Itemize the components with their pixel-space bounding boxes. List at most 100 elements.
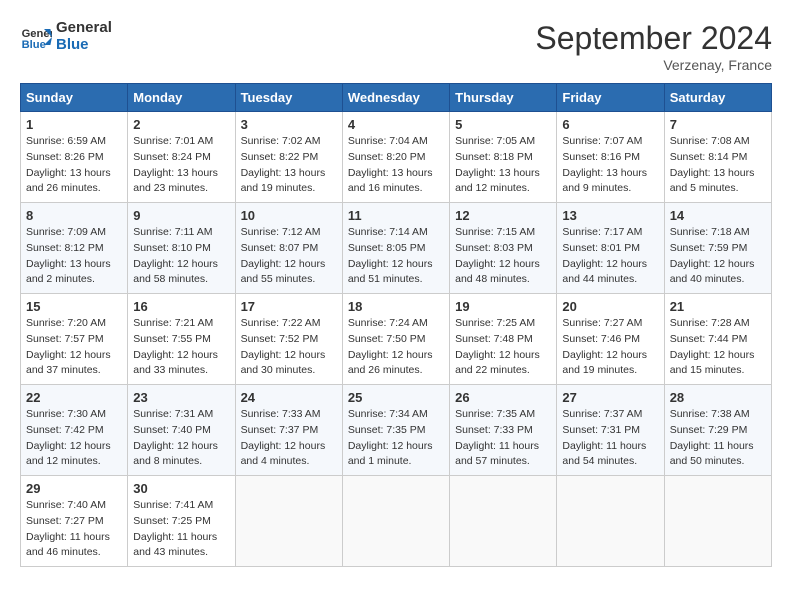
day-number: 1 (26, 117, 122, 132)
day-info: Sunrise: 7:40 AMSunset: 7:27 PMDaylight:… (26, 498, 122, 561)
calendar-cell: 10 Sunrise: 7:12 AMSunset: 8:07 PMDayligh… (235, 203, 342, 294)
calendar-cell (235, 476, 342, 567)
calendar-cell: 4 Sunrise: 7:04 AMSunset: 8:20 PMDaylight… (342, 112, 449, 203)
day-number: 22 (26, 390, 122, 405)
week-row-4: 22 Sunrise: 7:30 AMSunset: 7:42 PMDayligh… (21, 385, 772, 476)
calendar-cell: 2 Sunrise: 7:01 AMSunset: 8:24 PMDaylight… (128, 112, 235, 203)
day-number: 30 (133, 481, 229, 496)
day-info: Sunrise: 7:15 AMSunset: 8:03 PMDaylight:… (455, 225, 551, 288)
calendar-cell: 20 Sunrise: 7:27 AMSunset: 7:46 PMDayligh… (557, 294, 664, 385)
day-info: Sunrise: 7:11 AMSunset: 8:10 PMDaylight:… (133, 225, 229, 288)
day-info: Sunrise: 7:05 AMSunset: 8:18 PMDaylight:… (455, 134, 551, 197)
calendar-cell: 26Sunrise: 7:35 AMSunset: 7:33 PMDayligh… (450, 385, 557, 476)
day-info: Sunrise: 7:34 AMSunset: 7:35 PMDaylight:… (348, 407, 444, 470)
day-info: Sunrise: 7:04 AMSunset: 8:20 PMDaylight:… (348, 134, 444, 197)
week-row-2: 8Sunrise: 7:09 AMSunset: 8:12 PMDaylight… (21, 203, 772, 294)
day-number: 14 (670, 208, 766, 223)
logo: General Blue General Blue (20, 20, 112, 53)
weekday-header-friday: Friday (557, 84, 664, 112)
day-number: 28 (670, 390, 766, 405)
day-info: Sunrise: 7:02 AMSunset: 8:22 PMDaylight:… (241, 134, 337, 197)
weekday-header-saturday: Saturday (664, 84, 771, 112)
calendar-cell: 9 Sunrise: 7:11 AMSunset: 8:10 PMDaylight… (128, 203, 235, 294)
day-info: Sunrise: 7:24 AMSunset: 7:50 PMDaylight:… (348, 316, 444, 379)
calendar-table: SundayMondayTuesdayWednesdayThursdayFrid… (20, 83, 772, 567)
day-number: 18 (348, 299, 444, 314)
day-info: Sunrise: 7:20 AMSunset: 7:57 PMDaylight:… (26, 316, 122, 379)
svg-text:Blue: Blue (22, 39, 46, 51)
calendar-cell: 27 Sunrise: 7:37 AMSunset: 7:31 PMDayligh… (557, 385, 664, 476)
weekday-header-monday: Monday (128, 84, 235, 112)
calendar-cell: 24Sunrise: 7:33 AMSunset: 7:37 PMDayligh… (235, 385, 342, 476)
calendar-cell: 5Sunrise: 7:05 AMSunset: 8:18 PMDaylight… (450, 112, 557, 203)
day-number: 19 (455, 299, 551, 314)
day-number: 16 (133, 299, 229, 314)
weekday-header-wednesday: Wednesday (342, 84, 449, 112)
location: Verzenay, France (535, 57, 772, 73)
day-number: 21 (670, 299, 766, 314)
calendar-cell: 15 Sunrise: 7:20 AMSunset: 7:57 PMDayligh… (21, 294, 128, 385)
day-number: 4 (348, 117, 444, 132)
day-info: Sunrise: 7:27 AMSunset: 7:46 PMDaylight:… (562, 316, 658, 379)
day-number: 13 (562, 208, 658, 223)
title-block: September 2024 Verzenay, France (535, 20, 772, 73)
day-number: 25 (348, 390, 444, 405)
calendar-cell: 11 Sunrise: 7:14 AMSunset: 8:05 PMDayligh… (342, 203, 449, 294)
calendar-cell: 30 Sunrise: 7:41 AMSunset: 7:25 PMDayligh… (128, 476, 235, 567)
day-number: 12 (455, 208, 551, 223)
day-number: 3 (241, 117, 337, 132)
day-info: Sunrise: 7:07 AMSunset: 8:16 PMDaylight:… (562, 134, 658, 197)
calendar-cell: 19 Sunrise: 7:25 AMSunset: 7:48 PMDayligh… (450, 294, 557, 385)
calendar-cell: 12 Sunrise: 7:15 AMSunset: 8:03 PMDayligh… (450, 203, 557, 294)
month-title: September 2024 (535, 20, 772, 57)
day-number: 10 (241, 208, 337, 223)
day-number: 6 (562, 117, 658, 132)
calendar-cell: 6 Sunrise: 7:07 AMSunset: 8:16 PMDaylight… (557, 112, 664, 203)
logo-line1: General (56, 20, 112, 37)
calendar-cell (342, 476, 449, 567)
day-number: 15 (26, 299, 122, 314)
day-info: Sunrise: 7:18 AMSunset: 7:59 PMDaylight:… (670, 225, 766, 288)
calendar-cell: 25 Sunrise: 7:34 AMSunset: 7:35 PMDayligh… (342, 385, 449, 476)
day-number: 27 (562, 390, 658, 405)
calendar-cell: 28 Sunrise: 7:38 AMSunset: 7:29 PMDayligh… (664, 385, 771, 476)
weekday-header-sunday: Sunday (21, 84, 128, 112)
day-info: Sunrise: 7:01 AMSunset: 8:24 PMDaylight:… (133, 134, 229, 197)
day-number: 11 (348, 208, 444, 223)
calendar-cell: 8Sunrise: 7:09 AMSunset: 8:12 PMDaylight… (21, 203, 128, 294)
calendar-cell: 18 Sunrise: 7:24 AMSunset: 7:50 PMDayligh… (342, 294, 449, 385)
day-info: Sunrise: 7:25 AMSunset: 7:48 PMDaylight:… (455, 316, 551, 379)
day-info: Sunrise: 7:35 AMSunset: 7:33 PMDaylight:… (455, 407, 551, 470)
day-info: Sunrise: 7:41 AMSunset: 7:25 PMDaylight:… (133, 498, 229, 561)
day-number: 20 (562, 299, 658, 314)
logo-icon: General Blue (20, 21, 52, 53)
calendar-cell: 22 Sunrise: 7:30 AMSunset: 7:42 PMDayligh… (21, 385, 128, 476)
calendar-cell: 23Sunrise: 7:31 AMSunset: 7:40 PMDayligh… (128, 385, 235, 476)
day-info: Sunrise: 7:12 AMSunset: 8:07 PMDaylight:… (241, 225, 337, 288)
calendar-cell: 16Sunrise: 7:21 AMSunset: 7:55 PMDayligh… (128, 294, 235, 385)
day-info: Sunrise: 7:37 AMSunset: 7:31 PMDaylight:… (562, 407, 658, 470)
calendar-cell: 3 Sunrise: 7:02 AMSunset: 8:22 PMDaylight… (235, 112, 342, 203)
day-number: 2 (133, 117, 229, 132)
weekday-header-row: SundayMondayTuesdayWednesdayThursdayFrid… (21, 84, 772, 112)
calendar-cell: 14 Sunrise: 7:18 AMSunset: 7:59 PMDayligh… (664, 203, 771, 294)
calendar-cell: 13Sunrise: 7:17 AMSunset: 8:01 PMDayligh… (557, 203, 664, 294)
day-number: 17 (241, 299, 337, 314)
day-number: 29 (26, 481, 122, 496)
day-number: 9 (133, 208, 229, 223)
day-info: Sunrise: 7:30 AMSunset: 7:42 PMDaylight:… (26, 407, 122, 470)
weekday-header-tuesday: Tuesday (235, 84, 342, 112)
calendar-cell (450, 476, 557, 567)
weekday-header-thursday: Thursday (450, 84, 557, 112)
calendar-cell: 29 Sunrise: 7:40 AMSunset: 7:27 PMDayligh… (21, 476, 128, 567)
calendar-cell (664, 476, 771, 567)
week-row-3: 15 Sunrise: 7:20 AMSunset: 7:57 PMDayligh… (21, 294, 772, 385)
week-row-5: 29 Sunrise: 7:40 AMSunset: 7:27 PMDayligh… (21, 476, 772, 567)
calendar-cell: 1 Sunrise: 6:59 AMSunset: 8:26 PMDaylight… (21, 112, 128, 203)
day-info: Sunrise: 7:14 AMSunset: 8:05 PMDaylight:… (348, 225, 444, 288)
day-info: Sunrise: 6:59 AMSunset: 8:26 PMDaylight:… (26, 134, 122, 197)
day-info: Sunrise: 7:38 AMSunset: 7:29 PMDaylight:… (670, 407, 766, 470)
calendar-cell: 7Sunrise: 7:08 AMSunset: 8:14 PMDaylight… (664, 112, 771, 203)
day-number: 24 (241, 390, 337, 405)
week-row-1: 1 Sunrise: 6:59 AMSunset: 8:26 PMDaylight… (21, 112, 772, 203)
